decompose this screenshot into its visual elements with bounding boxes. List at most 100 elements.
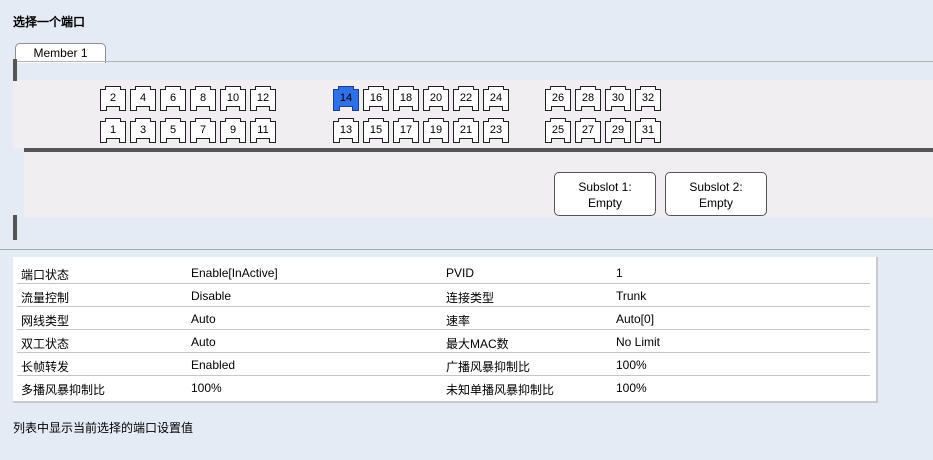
setting-label: 双工状态	[21, 337, 70, 351]
port-16-button[interactable]: 16	[363, 86, 389, 111]
port-32-button[interactable]: 32	[635, 86, 661, 111]
setting-label: 未知单播风暴抑制比	[446, 383, 555, 397]
port-13-button[interactable]: 13	[333, 118, 359, 143]
port-9-button[interactable]: 9	[220, 118, 246, 143]
port-20-button[interactable]: 20	[423, 86, 449, 111]
setting-label: 多播风暴抑制比	[21, 383, 106, 397]
port-30-button[interactable]: 30	[605, 86, 631, 111]
setting-value: 1	[616, 266, 623, 280]
table-row: 长帧转发 Enabled 广播风暴抑制比 100%	[17, 353, 870, 376]
port-label: 26	[551, 92, 565, 104]
port-label: 25	[551, 124, 565, 136]
port-label: 17	[399, 124, 413, 136]
port-label: 3	[139, 124, 147, 136]
port-label: 27	[581, 124, 595, 136]
setting-label: 流量控制	[21, 291, 70, 305]
port-29-button[interactable]: 29	[605, 118, 631, 143]
port-4-button[interactable]: 4	[130, 86, 156, 111]
port-label: 9	[229, 124, 237, 136]
table-row: 多播风暴抑制比 100% 未知单播风暴抑制比 100%	[17, 376, 870, 398]
port-label: 5	[169, 124, 177, 136]
table-row: 流量控制 Disable 连接类型 Trunk	[17, 284, 870, 307]
port-label: 8	[199, 92, 207, 104]
tab-member-1[interactable]: Member 1	[15, 43, 106, 63]
port-label: 6	[169, 92, 177, 104]
port-label: 13	[339, 124, 353, 136]
setting-label: 网线类型	[21, 314, 70, 328]
subslot-1-button[interactable]: Subslot 1: Empty	[554, 172, 656, 216]
port-2-button[interactable]: 2	[100, 86, 126, 111]
port-24-button[interactable]: 24	[483, 86, 509, 111]
port-21-button[interactable]: 21	[453, 118, 479, 143]
setting-value: 100%	[191, 381, 222, 395]
setting-value: No Limit	[616, 335, 661, 349]
setting-label: 广播风暴抑制比	[446, 360, 531, 374]
port-11-button[interactable]: 11	[250, 118, 276, 143]
panel-edge-marker	[13, 59, 17, 81]
port-label: 22	[459, 92, 473, 104]
setting-label: 长帧转发	[21, 360, 70, 374]
port-19-button[interactable]: 19	[423, 118, 449, 143]
footer-note: 列表中显示当前选择的端口设置值	[13, 421, 194, 435]
port-14-button[interactable]: 14	[333, 86, 359, 111]
port-26-button[interactable]: 26	[545, 86, 571, 111]
subslot-2-button[interactable]: Subslot 2: Empty	[665, 172, 767, 216]
port-23-button[interactable]: 23	[483, 118, 509, 143]
port-label: 7	[199, 124, 207, 136]
tab-baseline	[13, 61, 933, 62]
port-label: 23	[489, 124, 503, 136]
port-31-button[interactable]: 31	[635, 118, 661, 143]
port-27-button[interactable]: 27	[575, 118, 601, 143]
port-label: 24	[489, 92, 503, 104]
port-17-button[interactable]: 17	[393, 118, 419, 143]
port-22-button[interactable]: 22	[453, 86, 479, 111]
port-label: 2	[109, 92, 117, 104]
table-row: 端口状态 Enable[InActive] PVID 1	[17, 261, 870, 284]
setting-value: Trunk	[616, 289, 647, 303]
panel-edge-marker-bottom	[13, 215, 17, 240]
setting-value: Disable	[191, 289, 232, 303]
port-label: 31	[641, 124, 655, 136]
subslot-1-title: Subslot 1:	[578, 180, 632, 194]
setting-value: Enable[InActive]	[191, 266, 278, 280]
port-label: 18	[399, 92, 413, 104]
subslot-1-status: Empty	[587, 196, 622, 210]
setting-label: 速率	[446, 314, 471, 328]
port-12-button[interactable]: 12	[250, 86, 276, 111]
setting-label: 连接类型	[446, 291, 495, 305]
table-row: 双工状态 Auto 最大MAC数 No Limit	[17, 330, 870, 353]
port-label: 4	[139, 92, 147, 104]
port-label: 15	[369, 124, 383, 136]
port-label: 12	[256, 92, 270, 104]
port-5-button[interactable]: 5	[160, 118, 186, 143]
port-28-button[interactable]: 28	[575, 86, 601, 111]
subslot-2-title: Subslot 2:	[689, 180, 743, 194]
port-10-button[interactable]: 10	[220, 86, 246, 111]
section-divider	[0, 249, 933, 250]
port-1-button[interactable]: 1	[100, 118, 126, 143]
port-label: 29	[611, 124, 625, 136]
setting-value: Auto	[191, 335, 216, 349]
subslot-panel	[24, 152, 933, 218]
port-18-button[interactable]: 18	[393, 86, 419, 111]
port-15-button[interactable]: 15	[363, 118, 389, 143]
subslot-2-status: Empty	[698, 196, 733, 210]
table-row: 网线类型 Auto 速率 Auto[0]	[17, 307, 870, 330]
port-settings-table: 端口状态 Enable[InActive] PVID 1 流量控制 Disable 连接类型…	[13, 257, 878, 403]
port-8-button[interactable]: 8	[190, 86, 216, 111]
setting-value: Auto	[191, 312, 216, 326]
setting-value: Auto[0]	[616, 312, 655, 326]
port-3-button[interactable]: 3	[130, 118, 156, 143]
port-25-button[interactable]: 25	[545, 118, 571, 143]
setting-value: 100%	[616, 358, 647, 372]
setting-label: 端口状态	[21, 268, 70, 282]
port-label: 32	[641, 92, 655, 104]
setting-value: 100%	[616, 381, 647, 395]
port-7-button[interactable]: 7	[190, 118, 216, 143]
port-label: 28	[581, 92, 595, 104]
port-6-button[interactable]: 6	[160, 86, 186, 111]
page-heading: 选择一个端口	[13, 15, 86, 29]
port-label: 11	[257, 124, 269, 136]
port-label: 1	[109, 124, 117, 136]
port-label: 19	[429, 124, 443, 136]
